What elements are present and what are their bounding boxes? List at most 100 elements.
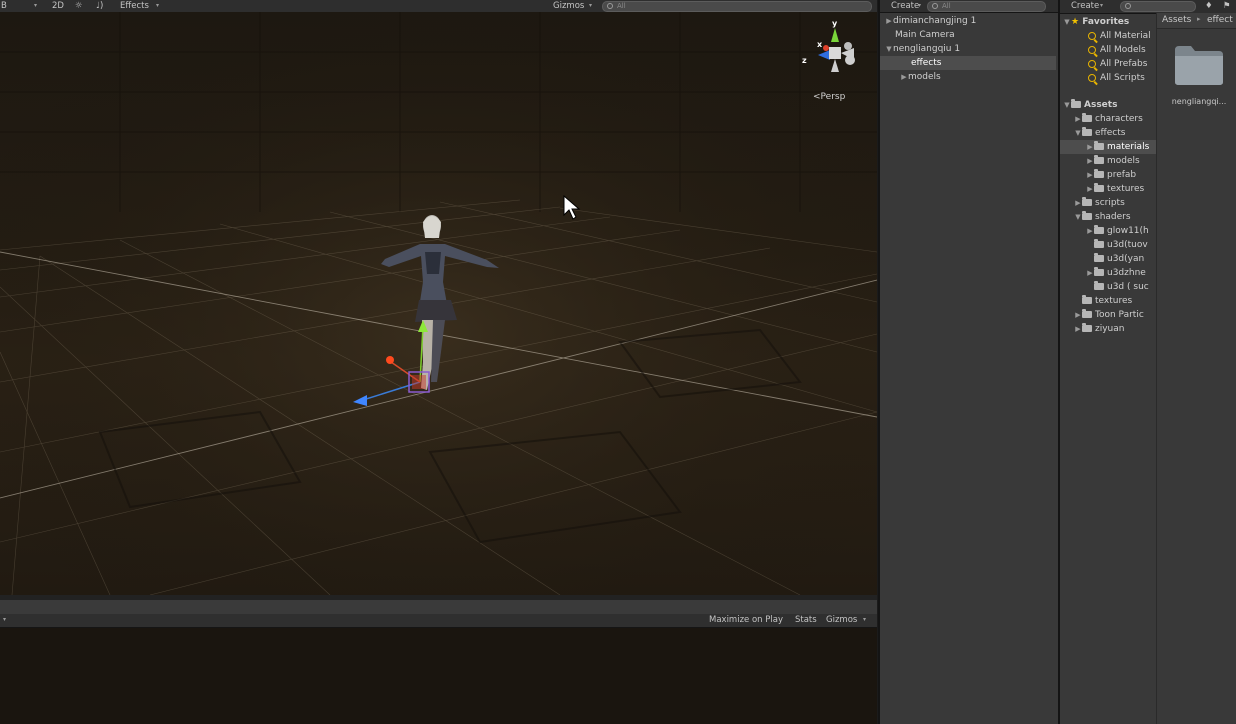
favorite-item[interactable]: All Models xyxy=(1088,43,1146,57)
folder-item[interactable]: ▶ Toon Partic xyxy=(1074,308,1144,322)
scene-lighting-icon[interactable]: ☼ xyxy=(75,0,83,12)
folder-label: materials xyxy=(1107,142,1150,152)
folder-label: textures xyxy=(1095,296,1133,306)
favorite-item[interactable]: All Prefabs xyxy=(1088,57,1147,71)
folder-label: shaders xyxy=(1095,212,1131,222)
folder-item[interactable]: u3d(tuov xyxy=(1094,238,1148,252)
folder-item[interactable]: textures xyxy=(1082,294,1132,308)
expanded-arrow-icon[interactable]: ▼ xyxy=(885,42,893,56)
scene-search-placeholder: All xyxy=(617,2,626,10)
folder-item[interactable]: ▼ shaders xyxy=(1074,210,1131,224)
scene-orientation-gizmo[interactable]: y x z xyxy=(800,18,870,88)
folder-label: glow11(h xyxy=(1107,226,1149,236)
assets-root[interactable]: ▼ Assets xyxy=(1063,98,1117,112)
folder-item[interactable]: ▼ effects xyxy=(1074,126,1125,140)
folder-item[interactable]: u3d ( suc xyxy=(1094,280,1149,294)
folder-item[interactable]: ▶ textures xyxy=(1086,182,1144,196)
filter-by-label-icon[interactable]: ⚑ xyxy=(1223,0,1231,12)
collapsed-arrow-icon[interactable]: ▶ xyxy=(1086,182,1094,196)
breadcrumb-separator-icon: ▸ xyxy=(1197,15,1201,23)
folder-item[interactable]: ▶ characters xyxy=(1074,112,1143,126)
breadcrumb-assets[interactable]: Assets xyxy=(1162,15,1191,25)
effects-dropdown[interactable]: Effects xyxy=(120,0,149,12)
folder-item[interactable]: ▶ glow11(h xyxy=(1086,224,1149,238)
project-create-arrow[interactable]: ▾ xyxy=(1100,0,1103,12)
hierarchy-item-selected[interactable]: effects xyxy=(880,56,1056,70)
gizmos-dropdown-arrow[interactable]: ▾ xyxy=(589,0,592,12)
folder-item[interactable]: ▶ prefab xyxy=(1086,168,1136,182)
maximize-on-play-toggle[interactable]: Maximize on Play xyxy=(709,614,783,626)
folder-item[interactable]: ▶ ziyuan xyxy=(1074,322,1124,336)
favorites-header[interactable]: ▼★ Favorites xyxy=(1063,15,1129,29)
collapsed-arrow-icon[interactable]: ▶ xyxy=(900,70,908,84)
folder-label: characters xyxy=(1095,114,1143,124)
expanded-arrow-icon[interactable]: ▼ xyxy=(1063,15,1071,29)
folder-icon xyxy=(1094,267,1104,276)
collapsed-arrow-icon[interactable]: ▶ xyxy=(1074,196,1082,210)
game-view[interactable] xyxy=(0,628,877,724)
assets-label: Assets xyxy=(1084,100,1118,110)
collapsed-arrow-icon[interactable]: ▶ xyxy=(1074,112,1082,126)
collapsed-arrow-icon[interactable]: ▶ xyxy=(1086,140,1094,154)
expanded-arrow-icon[interactable]: ▼ xyxy=(1074,126,1082,140)
asset-tile[interactable]: nengliangqi... xyxy=(1166,44,1232,114)
hierarchy-search-input[interactable]: All xyxy=(927,1,1046,12)
favorite-item[interactable]: All Material xyxy=(1088,29,1151,43)
project-create-button[interactable]: Create xyxy=(1071,0,1099,12)
hierarchy-item[interactable]: ▶dimianchangjing 1 xyxy=(885,14,976,28)
folder-icon xyxy=(1082,197,1092,206)
shading-dropdown-arrow[interactable]: ▾ xyxy=(34,0,37,12)
filter-by-type-icon[interactable]: ♦ xyxy=(1205,0,1213,12)
collapsed-arrow-icon[interactable]: ▶ xyxy=(1086,224,1094,238)
hierarchy-item[interactable]: ▼nengliangqiu 1 xyxy=(885,42,960,56)
effects-dropdown-arrow[interactable]: ▾ xyxy=(156,0,159,12)
collapsed-arrow-icon[interactable]: ▶ xyxy=(1074,308,1082,322)
folder-item[interactable]: ▶ u3dzhne xyxy=(1086,266,1146,280)
project-toolbar: Create ▾ ♦ ⚑ xyxy=(1060,0,1236,14)
folder-icon xyxy=(1082,127,1092,136)
hierarchy-item-label: nengliangqiu 1 xyxy=(893,44,961,54)
hierarchy-item-label: models xyxy=(908,72,941,82)
favorites-label: Favorites xyxy=(1082,17,1130,27)
mode-2d-toggle[interactable]: 2D xyxy=(52,0,64,12)
search-icon xyxy=(607,3,613,9)
hierarchy-item[interactable]: ▶models xyxy=(900,70,941,84)
folder-item[interactable]: u3d(yan xyxy=(1094,252,1144,266)
hierarchy-panel: Create ▾ All ▶dimianchangjing 1 Main Cam… xyxy=(878,0,1058,724)
collapsed-arrow-icon[interactable]: ▶ xyxy=(1086,266,1094,280)
scene-view[interactable]: y x z <Persp xyxy=(0,12,877,595)
hierarchy-item-label: effects xyxy=(911,58,942,68)
projection-toggle[interactable]: <Persp xyxy=(813,92,845,102)
scene-search-input[interactable]: All xyxy=(602,1,872,12)
gizmos-dropdown[interactable]: Gizmos xyxy=(553,0,584,12)
transform-gizmo[interactable] xyxy=(345,312,465,412)
folder-icon xyxy=(1094,169,1104,178)
hierarchy-create-arrow[interactable]: ▾ xyxy=(918,0,921,12)
folder-item[interactable]: ▶ models xyxy=(1086,154,1140,168)
expanded-arrow-icon[interactable]: ▼ xyxy=(1063,98,1071,112)
favorite-item[interactable]: All Scripts xyxy=(1088,71,1145,85)
hierarchy-item[interactable]: Main Camera xyxy=(895,28,955,42)
collapsed-arrow-icon[interactable]: ▶ xyxy=(1086,168,1094,182)
breadcrumb-effects[interactable]: effect xyxy=(1207,15,1233,25)
collapsed-arrow-icon[interactable]: ▶ xyxy=(1086,154,1094,168)
folder-icon xyxy=(1082,309,1092,318)
scene-audio-icon[interactable]: ♩) xyxy=(96,0,103,12)
project-search-input[interactable] xyxy=(1120,1,1196,12)
collapsed-arrow-icon[interactable]: ▶ xyxy=(1074,322,1082,336)
game-gizmos-arrow[interactable]: ▾ xyxy=(863,614,866,626)
folder-icon xyxy=(1071,99,1081,108)
aspect-dropdown-arrow[interactable]: ▾ xyxy=(3,614,6,626)
project-panel: Create ▾ ♦ ⚑ ▼★ Favorites All Material A… xyxy=(1058,0,1236,724)
hierarchy-create-button[interactable]: Create xyxy=(891,0,919,12)
folder-item[interactable]: ▶ scripts xyxy=(1074,196,1125,210)
expanded-arrow-icon[interactable]: ▼ xyxy=(1074,210,1082,224)
game-gizmos-dropdown[interactable]: Gizmos xyxy=(826,614,857,626)
folder-label: effects xyxy=(1095,128,1126,138)
stats-toggle[interactable]: Stats xyxy=(795,614,817,626)
shading-mode-dropdown[interactable]: B xyxy=(1,0,7,12)
mouse-cursor-icon xyxy=(563,195,581,220)
collapsed-arrow-icon[interactable]: ▶ xyxy=(885,14,893,28)
project-folder-tree: ▼★ Favorites All Material All Models All… xyxy=(1060,13,1157,724)
folder-item-selected[interactable]: ▶ materials xyxy=(1060,140,1156,154)
